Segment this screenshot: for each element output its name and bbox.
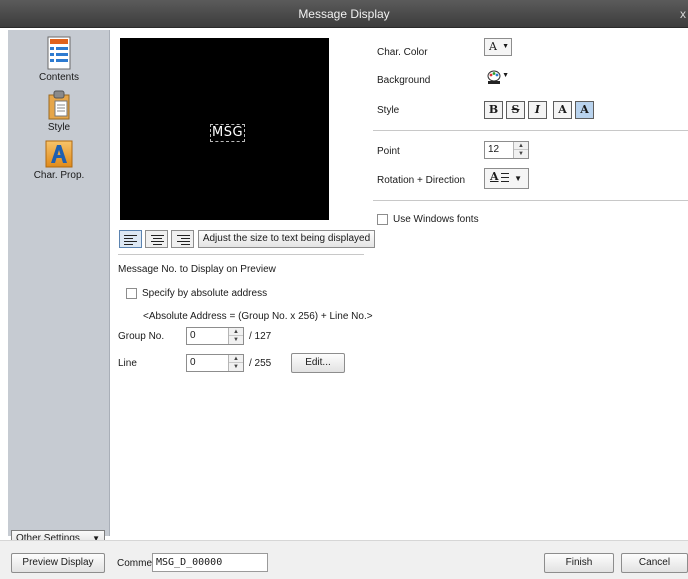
sidebar-item-label: Contents [38,72,80,83]
spin-down-icon[interactable]: ▼ [229,336,243,344]
rotation-glyph: A [490,170,499,183]
message-preview: MSG [120,38,329,220]
chevron-down-icon: ▼ [502,72,509,79]
use-windows-fonts-checkbox[interactable] [377,214,388,225]
absolute-address-formula: <Absolute Address = (Group No. x 256) + … [143,311,373,322]
spin-down-icon[interactable]: ▼ [514,150,528,158]
line-stepper[interactable]: 0 ▲ ▼ [186,354,244,372]
preview-message-text[interactable]: MSG [210,124,246,142]
shadow-button[interactable]: S [506,101,525,119]
comment-field[interactable]: MSG_D_00000 [152,553,268,572]
title-bar: Message Display x [0,0,688,28]
bold-button[interactable]: B [484,101,503,119]
rotation-direction-select[interactable]: A ▼ [484,168,529,189]
line-value: 0 [190,357,196,368]
chevron-down-icon: ▼ [514,174,522,183]
line-max: / 255 [249,358,272,369]
divider [373,200,688,201]
edit-button[interactable]: Edit... [291,353,345,373]
sidebar-item-label: Char. Prop. [33,170,85,181]
adjust-size-button[interactable]: Adjust the size to text being displayed [198,230,375,248]
style-label: Style [377,105,400,116]
close-icon[interactable]: x [680,0,686,28]
rotation-direction-label: Rotation + Direction [377,175,466,186]
style-icon [48,90,70,120]
text-lines-icon [501,173,509,182]
absolute-address-label: Specify by absolute address [142,288,268,299]
char-color-glyph: A [489,40,497,53]
group-no-max: / 127 [249,331,272,342]
spin-up-icon[interactable]: ▲ [229,328,243,336]
divider [118,254,364,255]
point-value: 12 [488,144,500,155]
point-stepper[interactable]: 12 ▲ ▼ [484,141,529,159]
align-center-button[interactable] [145,230,168,248]
contents-icon [47,36,71,70]
tile-button[interactable]: A [575,101,594,119]
sidebar-item-label: Style [47,122,71,133]
point-label: Point [377,146,400,157]
sidebar: Contents Style Char. Prop. [8,30,110,536]
sidebar-item-char-prop[interactable]: Char. Prop. [8,140,110,181]
paint-bucket-icon [487,70,501,84]
use-windows-fonts-label: Use Windows fonts [393,214,479,225]
align-right-button[interactable] [171,230,194,248]
preview-display-button[interactable]: Preview Display [11,553,105,573]
cancel-button[interactable]: Cancel [621,553,688,573]
divider [373,130,688,131]
line-label: Line [118,358,137,369]
background-picker[interactable]: ▼ [484,67,512,85]
char-color-picker[interactable]: A ▼ [484,38,512,56]
group-no-label: Group No. [118,331,165,342]
finish-button[interactable]: Finish [544,553,614,573]
align-left-button[interactable] [119,230,142,248]
spin-down-icon[interactable]: ▼ [229,363,243,371]
spin-up-icon[interactable]: ▲ [514,142,528,150]
sidebar-item-style[interactable]: Style [8,90,110,133]
group-no-stepper[interactable]: 0 ▲ ▼ [186,327,244,345]
background-label: Background [377,75,431,86]
group-no-value: 0 [190,330,196,341]
window-title: Message Display [298,7,390,21]
char-color-label: Char. Color [377,47,428,58]
char-prop-icon [45,140,73,168]
absolute-address-checkbox[interactable] [126,288,137,299]
message-no-section-label: Message No. to Display on Preview [118,264,276,275]
chevron-down-icon: ▼ [502,43,509,50]
sidebar-item-contents[interactable]: Contents [8,36,110,83]
transparent-button[interactable]: A [553,101,572,119]
spin-up-icon[interactable]: ▲ [229,355,243,363]
italic-button[interactable]: I [528,101,547,119]
comment-label: Comme [117,558,153,569]
